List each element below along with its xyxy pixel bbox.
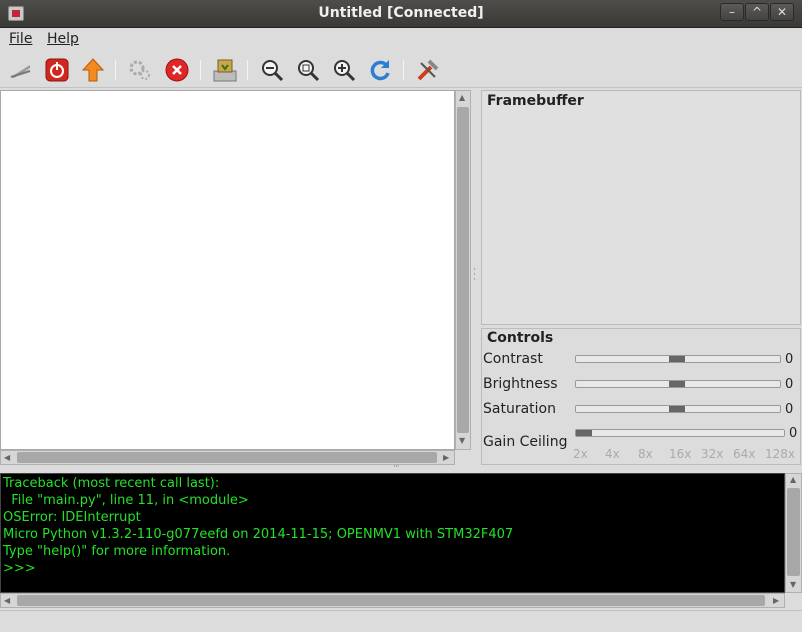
toolbar	[0, 52, 802, 88]
settings-icon[interactable]	[127, 57, 153, 83]
scroll-thumb[interactable]	[457, 107, 469, 433]
gain-tick: 8x	[638, 447, 653, 461]
framebuffer-title: Framebuffer	[487, 93, 584, 109]
contrast-slider[interactable]	[575, 355, 781, 363]
maximize-button[interactable]: ^	[745, 3, 769, 21]
terminal-horizontal-scrollbar[interactable]: ◀ ▶	[0, 593, 785, 608]
scroll-down-arrow-icon[interactable]: ▼	[459, 436, 465, 445]
terminal-line: Micro Python v1.3.2-110-g077eefd on 2014…	[3, 527, 514, 542]
code-editor[interactable]	[0, 90, 455, 450]
editor-vertical-scrollbar[interactable]: ▲ ▼	[455, 90, 471, 450]
terminal-line: File "main.py", line 11, in <module>	[3, 493, 249, 508]
menu-file[interactable]: File	[9, 31, 32, 47]
gain-tick: 128x	[765, 447, 796, 461]
slider-handle[interactable]	[669, 356, 685, 362]
zoom-out-icon[interactable]	[259, 57, 285, 83]
scroll-thumb[interactable]	[17, 452, 437, 463]
scroll-right-arrow-icon[interactable]: ▶	[773, 596, 779, 605]
save-image-icon[interactable]	[212, 57, 238, 83]
toolbar-separator	[200, 60, 201, 80]
scroll-left-arrow-icon[interactable]: ◀	[4, 596, 10, 605]
saturation-value: 0	[785, 402, 794, 417]
scroll-left-arrow-icon[interactable]: ◀	[4, 453, 10, 462]
zoom-fit-icon[interactable]	[295, 57, 321, 83]
gain-tick: 16x	[669, 447, 692, 461]
vertical-splitter[interactable]: · · ·	[472, 90, 480, 465]
zoom-in-icon[interactable]	[331, 57, 357, 83]
scroll-up-arrow-icon[interactable]: ▲	[790, 475, 796, 484]
toolbar-separator	[403, 60, 404, 80]
brightness-value: 0	[785, 377, 794, 392]
framebuffer-panel: Framebuffer	[481, 90, 801, 325]
gain-ceiling-slider[interactable]	[575, 429, 785, 437]
contrast-label: Contrast	[483, 351, 543, 367]
scroll-right-arrow-icon[interactable]: ▶	[443, 453, 449, 462]
gain-tick: 32x	[701, 447, 724, 461]
saturation-label: Saturation	[483, 401, 556, 417]
toolbar-separator	[247, 60, 248, 80]
window-title: Untitled [Connected]	[318, 5, 484, 21]
minimize-button[interactable]: –	[720, 3, 744, 21]
controls-title: Controls	[487, 330, 554, 346]
gain-tick: 2x	[573, 447, 588, 461]
terminal-vertical-scrollbar[interactable]: ▲ ▼	[785, 473, 802, 593]
terminal-prompt: >>>	[3, 561, 36, 576]
terminal-line: Traceback (most recent call last):	[3, 476, 220, 491]
slider-handle[interactable]	[576, 430, 592, 436]
gain-tick: 64x	[733, 447, 756, 461]
controls-panel: Controls Contrast 0 Brightness 0 Saturat…	[481, 328, 801, 465]
brightness-label: Brightness	[483, 376, 558, 392]
connect-icon[interactable]	[8, 57, 34, 83]
terminal-line: OSError: IDEInterrupt	[3, 510, 141, 525]
scroll-down-arrow-icon[interactable]: ▼	[790, 580, 796, 589]
disconnect-icon[interactable]	[44, 57, 70, 83]
scroll-thumb[interactable]	[17, 595, 765, 606]
contrast-value: 0	[785, 352, 794, 367]
gain-ceiling-label: Gain Ceiling	[483, 434, 568, 450]
saturation-slider[interactable]	[575, 405, 781, 413]
horizontal-splitter[interactable]: ···	[0, 462, 802, 473]
menu-bar: File Help	[0, 28, 802, 50]
status-bar	[0, 610, 802, 632]
serial-terminal[interactable]: Traceback (most recent call last): File …	[0, 473, 785, 593]
gain-ceiling-value: 0	[789, 426, 798, 441]
slider-handle[interactable]	[669, 381, 685, 387]
scroll-up-arrow-icon[interactable]: ▲	[459, 93, 465, 102]
upload-icon[interactable]	[80, 57, 106, 83]
scroll-thumb[interactable]	[787, 488, 800, 576]
terminal-line: Type "help()" for more information.	[3, 544, 231, 559]
stop-icon[interactable]	[164, 57, 190, 83]
reset-icon[interactable]	[367, 57, 393, 83]
close-window-button[interactable]: ✕	[770, 3, 794, 21]
menu-help[interactable]: Help	[47, 31, 79, 47]
gain-tick: 4x	[605, 447, 620, 461]
slider-handle[interactable]	[669, 406, 685, 412]
toolbar-separator	[115, 60, 116, 80]
editor-horizontal-scrollbar[interactable]: ◀ ▶	[0, 450, 455, 465]
brightness-slider[interactable]	[575, 380, 781, 388]
title-bar: Untitled [Connected] – ^ ✕	[0, 0, 802, 28]
tools-icon[interactable]	[415, 57, 441, 83]
